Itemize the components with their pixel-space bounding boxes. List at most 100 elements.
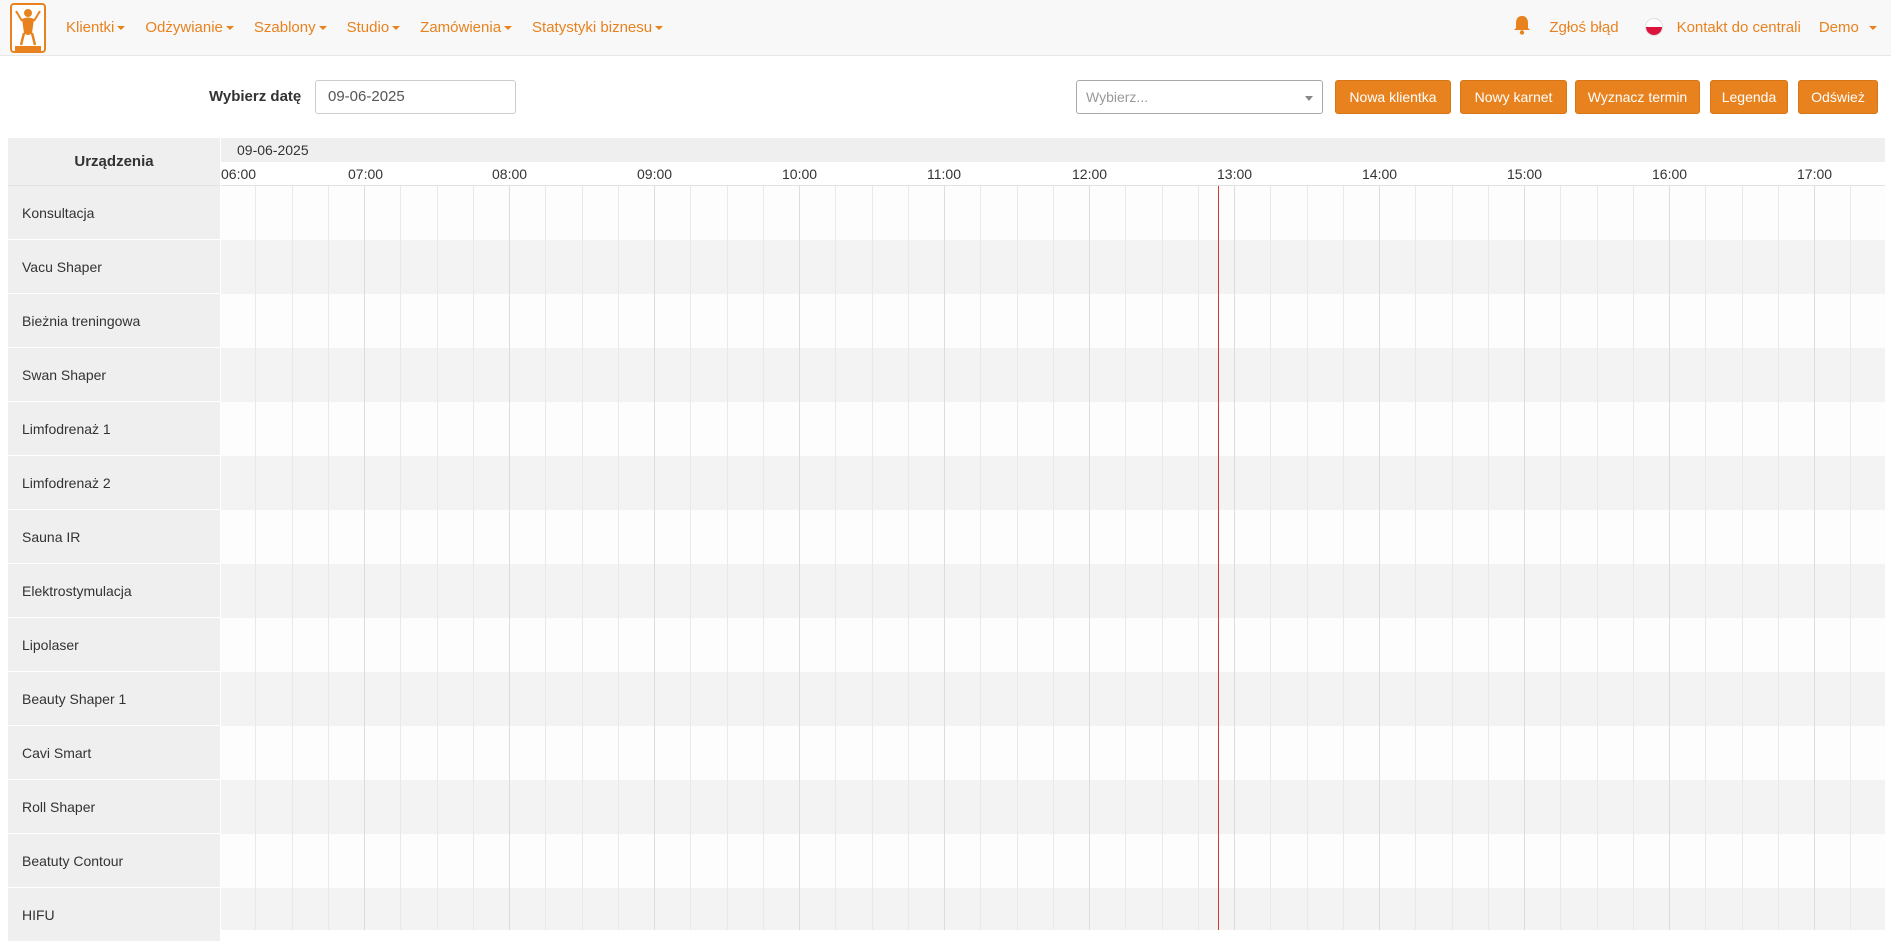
- legend-button[interactable]: Legenda: [1710, 80, 1788, 114]
- hours-row: 06:00 07:00 08:00 09:00 10:00 11:00 12:0…: [221, 162, 1885, 186]
- resource-row: Sauna IR: [8, 510, 220, 564]
- dropdown-arrow-icon: [1305, 96, 1313, 101]
- hour-label: 14:00: [1362, 166, 1398, 182]
- schedule-grid[interactable]: [221, 186, 1885, 930]
- chevron-down-icon: [225, 25, 234, 30]
- menu-zamowienia[interactable]: Zamówienia: [420, 18, 513, 36]
- refresh-button[interactable]: Odśwież: [1798, 80, 1878, 114]
- hour-gridline: [1379, 186, 1380, 930]
- menu-szablony[interactable]: Szablony: [254, 19, 327, 36]
- resource-row: Beatuty Contour: [8, 834, 220, 888]
- date-input[interactable]: 09-06-2025: [315, 80, 516, 114]
- chevron-down-icon: [117, 25, 126, 30]
- new-client-button[interactable]: Nowa klientka: [1335, 80, 1451, 114]
- slot-gridline: [1307, 186, 1308, 930]
- resource-row: Limfodrenaż 1: [8, 402, 220, 456]
- slot-gridline: [1343, 186, 1344, 930]
- hour-gridline: [944, 186, 945, 930]
- set-appointment-button[interactable]: Wyznacz termin: [1575, 80, 1700, 114]
- resource-header: Urządzenia: [8, 138, 220, 186]
- slot-gridline: [1488, 186, 1489, 930]
- slot-gridline: [437, 186, 438, 930]
- hour-label: 11:00: [927, 166, 961, 182]
- slot-gridline: [763, 186, 764, 930]
- slot-gridline: [1633, 186, 1634, 930]
- date-label: Wybierz datę: [209, 88, 302, 105]
- slot-gridline: [400, 186, 401, 930]
- slot-gridline: [328, 186, 329, 930]
- resource-row: Swan Shaper: [8, 348, 220, 402]
- slot-gridline: [1705, 186, 1706, 930]
- current-time-line: [1218, 186, 1219, 930]
- slot-gridline: [1560, 186, 1561, 930]
- menu-studio[interactable]: Studio: [347, 19, 401, 36]
- hour-gridline: [1524, 186, 1525, 930]
- menu-odzywianie[interactable]: Odżywianie: [145, 19, 234, 36]
- chevron-down-icon: [1869, 25, 1877, 30]
- slot-gridline: [980, 186, 981, 930]
- slot-gridline: [1270, 186, 1271, 930]
- slot-gridline: [908, 186, 909, 930]
- menu-statystyki-label: Statystyki biznesu: [532, 18, 653, 36]
- hour-gridline: [1669, 186, 1670, 930]
- slot-gridline: [545, 186, 546, 930]
- contact-central-link[interactable]: Kontakt do centrali: [1677, 19, 1801, 36]
- hour-label: 09:00: [637, 166, 673, 182]
- resource-row: Cavi Smart: [8, 726, 220, 780]
- menu-klientki-label: Klientki: [66, 18, 115, 36]
- slot-gridline: [1597, 186, 1598, 930]
- hour-label: 16:00: [1652, 166, 1688, 182]
- hour-label: 12:00: [1072, 166, 1108, 182]
- resource-row: Beauty Shaper 1: [8, 672, 220, 726]
- report-bug-link[interactable]: Zgłoś błąd: [1549, 19, 1618, 36]
- hour-label: 07:00: [348, 166, 384, 182]
- resource-row: Roll Shaper: [8, 780, 220, 834]
- hour-gridline: [509, 186, 510, 930]
- slot-gridline: [1017, 186, 1018, 930]
- hour-gridline: [364, 186, 365, 930]
- hour-gridline: [1234, 186, 1235, 930]
- slot-gridline: [835, 186, 836, 930]
- slot-gridline: [255, 186, 256, 930]
- slot-gridline: [872, 186, 873, 930]
- slot-gridline: [473, 186, 474, 930]
- slot-gridline: [1053, 186, 1054, 930]
- scheduler: Urządzenia 09-06-2025 06:00 07:00 08:00 …: [8, 138, 1885, 942]
- hour-label: 15:00: [1507, 166, 1543, 182]
- chevron-down-icon: [392, 25, 401, 30]
- resource-list: Konsultacja Vacu Shaper Bieżnia treningo…: [8, 186, 220, 942]
- bell-icon[interactable]: [1513, 15, 1531, 39]
- hour-label: 13:00: [1217, 166, 1253, 182]
- poland-flag-icon[interactable]: [1644, 18, 1663, 36]
- new-pass-button[interactable]: Nowy karnet: [1460, 80, 1567, 114]
- resource-row: Vacu Shaper: [8, 240, 220, 294]
- slot-gridline: [1778, 186, 1779, 930]
- resource-row: Limfodrenaż 2: [8, 456, 220, 510]
- studio-logo[interactable]: [10, 3, 46, 53]
- menu-klientki[interactable]: Klientki: [66, 18, 126, 36]
- day-label: 09-06-2025: [221, 138, 1885, 162]
- slot-gridline: [690, 186, 691, 930]
- nav-right: Zgłoś błąd Kontakt do centrali Demo: [1513, 0, 1891, 54]
- chevron-down-icon: [655, 25, 664, 30]
- slot-gridline: [727, 186, 728, 930]
- menu-studio-label: Studio: [346, 18, 390, 36]
- client-select[interactable]: Wybierz...: [1076, 80, 1323, 114]
- slot-gridline: [582, 186, 583, 930]
- hour-label: 10:00: [782, 166, 818, 182]
- hour-gridline: [1089, 186, 1090, 930]
- hour-label: 08:00: [492, 166, 528, 182]
- menu-zamowienia-label: Zamówienia: [420, 18, 502, 36]
- slot-gridline: [1125, 186, 1126, 930]
- menu-statystyki[interactable]: Statystyki biznesu: [532, 18, 664, 36]
- slot-gridline: [618, 186, 619, 930]
- hour-gridline: [1814, 186, 1815, 930]
- hour-label: 06:00: [221, 166, 257, 182]
- chevron-down-icon: [504, 25, 513, 30]
- slot-gridline: [1198, 186, 1199, 930]
- slot-gridline: [1742, 186, 1743, 930]
- menu-szablony-label: Szablony: [253, 18, 316, 36]
- client-select-placeholder: Wybierz...: [1086, 89, 1149, 105]
- user-menu[interactable]: Demo: [1819, 19, 1877, 36]
- chevron-down-icon: [318, 25, 327, 30]
